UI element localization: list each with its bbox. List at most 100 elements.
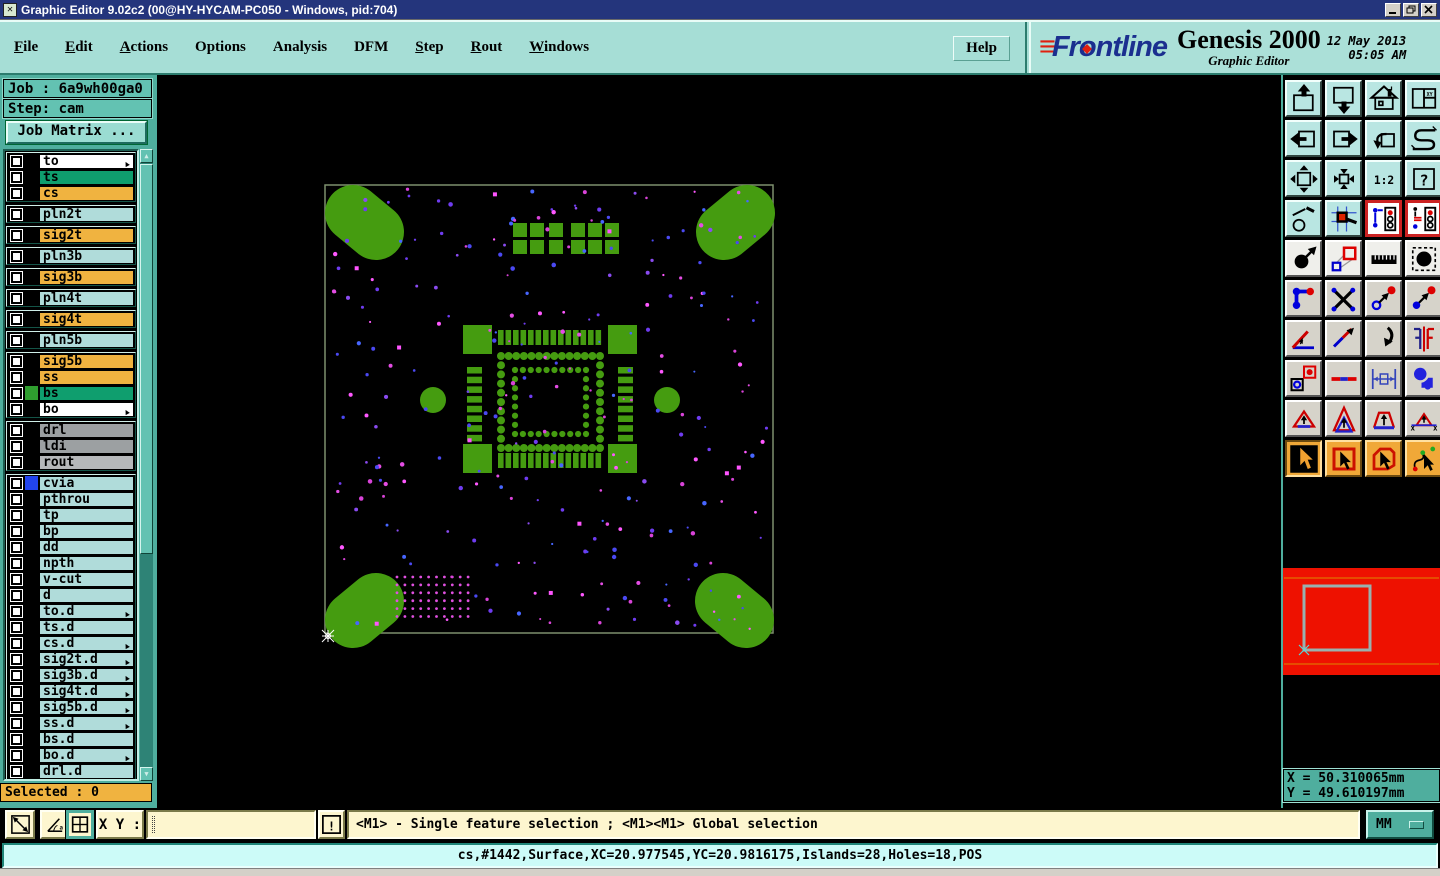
layer-name[interactable]: bo.d ▲ [39, 747, 134, 763]
measure-distance-button[interactable] [1364, 359, 1403, 398]
layer-visibility-checkbox[interactable] [10, 455, 23, 469]
minimize-button[interactable] [1385, 2, 1401, 17]
layer-visibility-checkbox[interactable] [10, 620, 23, 634]
unselect-all-button[interactable] [1324, 279, 1363, 318]
layer-color-swatch[interactable] [25, 291, 38, 305]
layer-name[interactable]: sig3b.d ▲ [39, 667, 134, 683]
resize-tall-button[interactable] [1324, 399, 1363, 438]
layer-color-swatch[interactable] [25, 333, 38, 347]
break-line-button[interactable] [1324, 359, 1363, 398]
layer-color-swatch[interactable] [25, 476, 38, 490]
layer-row-sig5b.d[interactable]: sig5b.d ▲ [7, 699, 135, 715]
layer-row-sig3b[interactable]: sig3b [7, 269, 135, 285]
layer-row-sig2t.d[interactable]: sig2t.d ▲ [7, 651, 135, 667]
layer-color-swatch[interactable] [25, 207, 38, 221]
menu-item-actions[interactable]: Actions [120, 39, 168, 56]
layer-name[interactable]: cs [39, 185, 134, 201]
layer-color-swatch[interactable] [25, 764, 38, 778]
layer-color-swatch[interactable] [25, 386, 38, 400]
zoom-in-button[interactable] [1284, 79, 1323, 118]
fit-view-button[interactable] [1284, 159, 1323, 198]
layer-color-swatch[interactable] [25, 455, 38, 469]
menu-item-file[interactable]: File [14, 39, 38, 56]
pcb-canvas[interactable] [157, 75, 1281, 808]
layer-row-pln2t[interactable]: pln2t [7, 206, 135, 222]
home-view-button[interactable] [1364, 79, 1403, 118]
resize-fixed-button[interactable]: xx [1404, 399, 1440, 438]
layer-name[interactable]: ts [39, 169, 134, 185]
layer-row-bs.d[interactable]: bs.d [7, 731, 135, 747]
layer-row-sig3b.d[interactable]: sig3b.d ▲ [7, 667, 135, 683]
move-feature-button[interactable] [1284, 239, 1323, 278]
layer-color-swatch[interactable] [25, 423, 38, 437]
layer-name[interactable]: sig5b.d ▲ [39, 699, 134, 715]
layer-name[interactable]: drl [39, 422, 134, 438]
menu-item-dfm[interactable]: DFM [354, 39, 388, 56]
layer-row-bp[interactable]: bp [7, 523, 135, 539]
center-view-button[interactable] [1324, 159, 1363, 198]
layer-row-sig5b[interactable]: sig5b [7, 353, 135, 369]
layer-visibility-checkbox[interactable] [10, 439, 23, 453]
layer-visibility-checkbox[interactable] [10, 207, 23, 221]
layer-row-to[interactable]: to ▲ [7, 153, 135, 169]
measure-angle-button[interactable] [1284, 319, 1323, 358]
menu-item-analysis[interactable]: Analysis [273, 39, 327, 56]
snap-grid-button[interactable] [1324, 199, 1363, 238]
measure-ruler-button[interactable] [1364, 239, 1403, 278]
select-path-mode-button[interactable] [1404, 439, 1440, 478]
layer-color-swatch[interactable] [25, 620, 38, 634]
layer-row-sig2t[interactable]: sig2t [7, 227, 135, 243]
layer-color-swatch[interactable] [25, 524, 38, 538]
menu-item-options[interactable]: Options [195, 39, 246, 56]
restore-button[interactable] [1403, 2, 1419, 17]
layer-row-pln4t[interactable]: pln4t [7, 290, 135, 306]
layer-row-tp[interactable]: tp [7, 507, 135, 523]
layer-row-ts[interactable]: ts [7, 169, 135, 185]
layer-name[interactable]: pln3b [39, 248, 134, 264]
pan-right-button[interactable] [1324, 119, 1363, 158]
units-dropdown[interactable]: MM [1365, 809, 1435, 840]
merge-shapes-button[interactable] [1404, 359, 1440, 398]
menu-item-edit[interactable]: Edit [65, 39, 93, 56]
layer-color-swatch[interactable] [25, 684, 38, 698]
layer-color-swatch[interactable] [25, 652, 38, 666]
layer-visibility-checkbox[interactable] [10, 604, 23, 618]
layer-visibility-checkbox[interactable] [10, 354, 23, 368]
layer-name[interactable]: ss [39, 369, 134, 385]
layer-name[interactable]: d [39, 587, 134, 603]
resize-wide-button[interactable] [1364, 399, 1403, 438]
layers-display-alt-button[interactable] [1404, 199, 1440, 238]
resize-small-button[interactable] [1284, 399, 1323, 438]
layer-color-swatch[interactable] [25, 270, 38, 284]
layer-color-swatch[interactable] [25, 636, 38, 650]
layer-row-rout[interactable]: rout [7, 454, 135, 470]
scroll-thumb[interactable] [140, 164, 153, 554]
layer-name[interactable]: npth [39, 555, 134, 571]
layer-name[interactable]: sig4t.d ▲ [39, 683, 134, 699]
layer-color-swatch[interactable] [25, 540, 38, 554]
context-help-button[interactable]: ? [1404, 159, 1440, 198]
select-polygon-mode-button[interactable] [1364, 439, 1403, 478]
copy-to-layer-button[interactable] [1364, 279, 1403, 318]
layer-name[interactable]: rout [39, 454, 134, 470]
menu-item-step[interactable]: Step [415, 39, 443, 56]
layer-visibility-checkbox[interactable] [10, 228, 23, 242]
layer-row-pln3b[interactable]: pln3b [7, 248, 135, 264]
layer-color-swatch[interactable] [25, 572, 38, 586]
xy-input[interactable] [145, 809, 317, 840]
prompt-button[interactable]: ! [317, 809, 346, 840]
layer-visibility-checkbox[interactable] [10, 700, 23, 714]
layer-visibility-checkbox[interactable] [10, 270, 23, 284]
layer-row-bo.d[interactable]: bo.d ▲ [7, 747, 135, 763]
select-frame-mode-button[interactable] [1324, 439, 1363, 478]
layer-visibility-checkbox[interactable] [10, 524, 23, 538]
mirror-button[interactable] [1404, 319, 1440, 358]
layer-visibility-checkbox[interactable] [10, 652, 23, 666]
layer-name[interactable]: ss.d ▲ [39, 715, 134, 731]
layer-visibility-checkbox[interactable] [10, 764, 23, 778]
layer-visibility-checkbox[interactable] [10, 508, 23, 522]
layer-row-pthrou[interactable]: pthrou [7, 491, 135, 507]
layer-visibility-checkbox[interactable] [10, 492, 23, 506]
layer-color-swatch[interactable] [25, 508, 38, 522]
layer-row-dd[interactable]: dd [7, 539, 135, 555]
